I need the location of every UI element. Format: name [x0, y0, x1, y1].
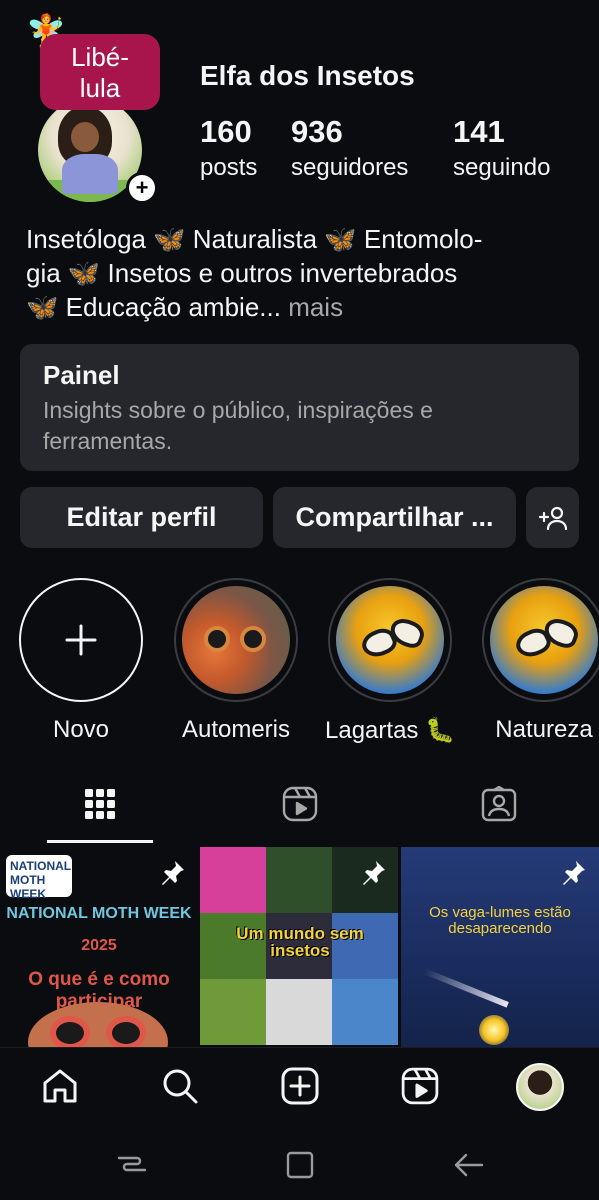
- recents-button[interactable]: [112, 1145, 152, 1185]
- post-thumbnail[interactable]: NATIONAL MOTH WEEK NATIONAL MOTH WEEK 20…: [0, 847, 198, 1047]
- edit-profile-button[interactable]: Editar perfil: [20, 487, 263, 548]
- highlight-item[interactable]: Natureza: [474, 578, 599, 744]
- highlight-label: Lagartas 🐛: [325, 717, 455, 744]
- bio-line: gia 🦋 Insetos e outros invertebrados: [26, 258, 458, 288]
- nav-create[interactable]: [278, 1064, 322, 1108]
- bio-line: Insetóloga 🦋 Naturalista 🦋 Entomolo-: [26, 224, 483, 254]
- reels-icon: [401, 1067, 439, 1105]
- post-text: 2025: [81, 937, 117, 954]
- stat-label: posts: [200, 154, 258, 181]
- post-badge: NATIONAL MOTH WEEK: [6, 855, 72, 901]
- nav-home[interactable]: [38, 1064, 82, 1108]
- tab-tagged[interactable]: [399, 770, 599, 846]
- home-icon: [43, 1069, 77, 1103]
- active-tab-indicator: [47, 840, 153, 843]
- search-icon: [163, 1069, 198, 1104]
- tagged-icon: [481, 786, 517, 822]
- highlight-label: Novo: [52, 716, 110, 743]
- system-nav: [0, 1125, 599, 1200]
- following-count[interactable]: 141 seguindo: [453, 114, 550, 182]
- plus-icon: [65, 624, 97, 656]
- highlight-ring: [174, 578, 298, 702]
- create-icon: [281, 1067, 319, 1105]
- pin-icon: [363, 861, 385, 885]
- back-icon: [454, 1153, 484, 1177]
- recents-icon: [117, 1156, 147, 1172]
- professional-dashboard[interactable]: Painel Insights sobre o público, inspira…: [20, 344, 579, 471]
- share-profile-button[interactable]: Compartilhar ...: [273, 487, 516, 548]
- add-person-icon: [538, 506, 567, 530]
- discover-people-button[interactable]: [526, 487, 579, 548]
- highlight-cover: [182, 586, 290, 694]
- reels-icon: [282, 786, 318, 822]
- grid-icon: [85, 789, 115, 819]
- posts-grid: NATIONAL MOTH WEEK NATIONAL MOTH WEEK 20…: [0, 847, 599, 1047]
- plus-icon: +: [135, 175, 149, 200]
- stat-label: seguindo: [453, 154, 551, 181]
- post-title: Um mundo sem insetos: [236, 924, 364, 960]
- followers-count[interactable]: 936 seguidores: [291, 114, 408, 182]
- profile-tabs: [0, 770, 599, 846]
- profile-note[interactable]: Libé- lula: [40, 34, 160, 110]
- stat-value: 160: [200, 114, 252, 149]
- bottom-nav: [0, 1047, 599, 1125]
- post-text: NATIONAL MOTH WEEK: [6, 905, 192, 922]
- bio-more-link[interactable]: mais: [288, 292, 343, 322]
- add-story-button[interactable]: +: [126, 172, 158, 204]
- share-profile-label: Compartilhar ...: [295, 502, 494, 532]
- home-button[interactable]: [280, 1145, 320, 1185]
- highlight-label: Natureza: [495, 716, 593, 743]
- pin-icon: [563, 861, 585, 885]
- highlight-label: Automeris: [181, 716, 291, 743]
- profile-avatar[interactable]: +: [38, 98, 160, 206]
- stat-value: 936: [291, 114, 343, 149]
- edit-profile-label: Editar perfil: [66, 502, 217, 532]
- highlight-item[interactable]: Lagartas 🐛: [320, 578, 460, 745]
- posts-count[interactable]: 160 posts: [200, 114, 257, 182]
- tab-grid[interactable]: [0, 770, 200, 846]
- highlight-cover: [336, 586, 444, 694]
- pin-icon: [162, 861, 184, 885]
- dashboard-subtitle: Insights sobre o público, inspirações e …: [43, 397, 433, 454]
- nav-reels[interactable]: [398, 1064, 442, 1108]
- post-thumbnail[interactable]: Os vaga-lumes estão desaparecendo: [401, 847, 599, 1047]
- note-text: Libé- lula: [71, 42, 129, 103]
- firefly-glow: [479, 1015, 509, 1045]
- nav-search[interactable]: [158, 1064, 202, 1108]
- highlight-new[interactable]: Novo: [11, 578, 151, 744]
- nav-profile[interactable]: [515, 1062, 565, 1112]
- post-title: Os vaga-lumes estão desaparecendo: [429, 904, 571, 937]
- profile-bio: Insetóloga 🦋 Naturalista 🦋 Entomolo- gia…: [26, 222, 582, 324]
- highlight-cover: [490, 586, 598, 694]
- tab-reels[interactable]: [200, 770, 400, 846]
- avatar: [516, 1063, 564, 1111]
- post-thumbnail[interactable]: Um mundo sem insetos: [200, 847, 399, 1047]
- square-icon: [286, 1151, 314, 1179]
- highlight-ring: [328, 578, 452, 702]
- highlight-item[interactable]: Automeris: [166, 578, 306, 744]
- bio-line: 🦋 Educação ambie...: [26, 292, 281, 322]
- back-button[interactable]: [448, 1145, 488, 1185]
- stat-value: 141: [453, 114, 505, 149]
- stat-label: seguidores: [291, 154, 409, 181]
- highlight-ring: [482, 578, 599, 702]
- profile-username: Elfa dos Insetos: [200, 60, 415, 91]
- new-highlight-ring: [19, 578, 143, 702]
- dashboard-title: Painel: [43, 360, 120, 390]
